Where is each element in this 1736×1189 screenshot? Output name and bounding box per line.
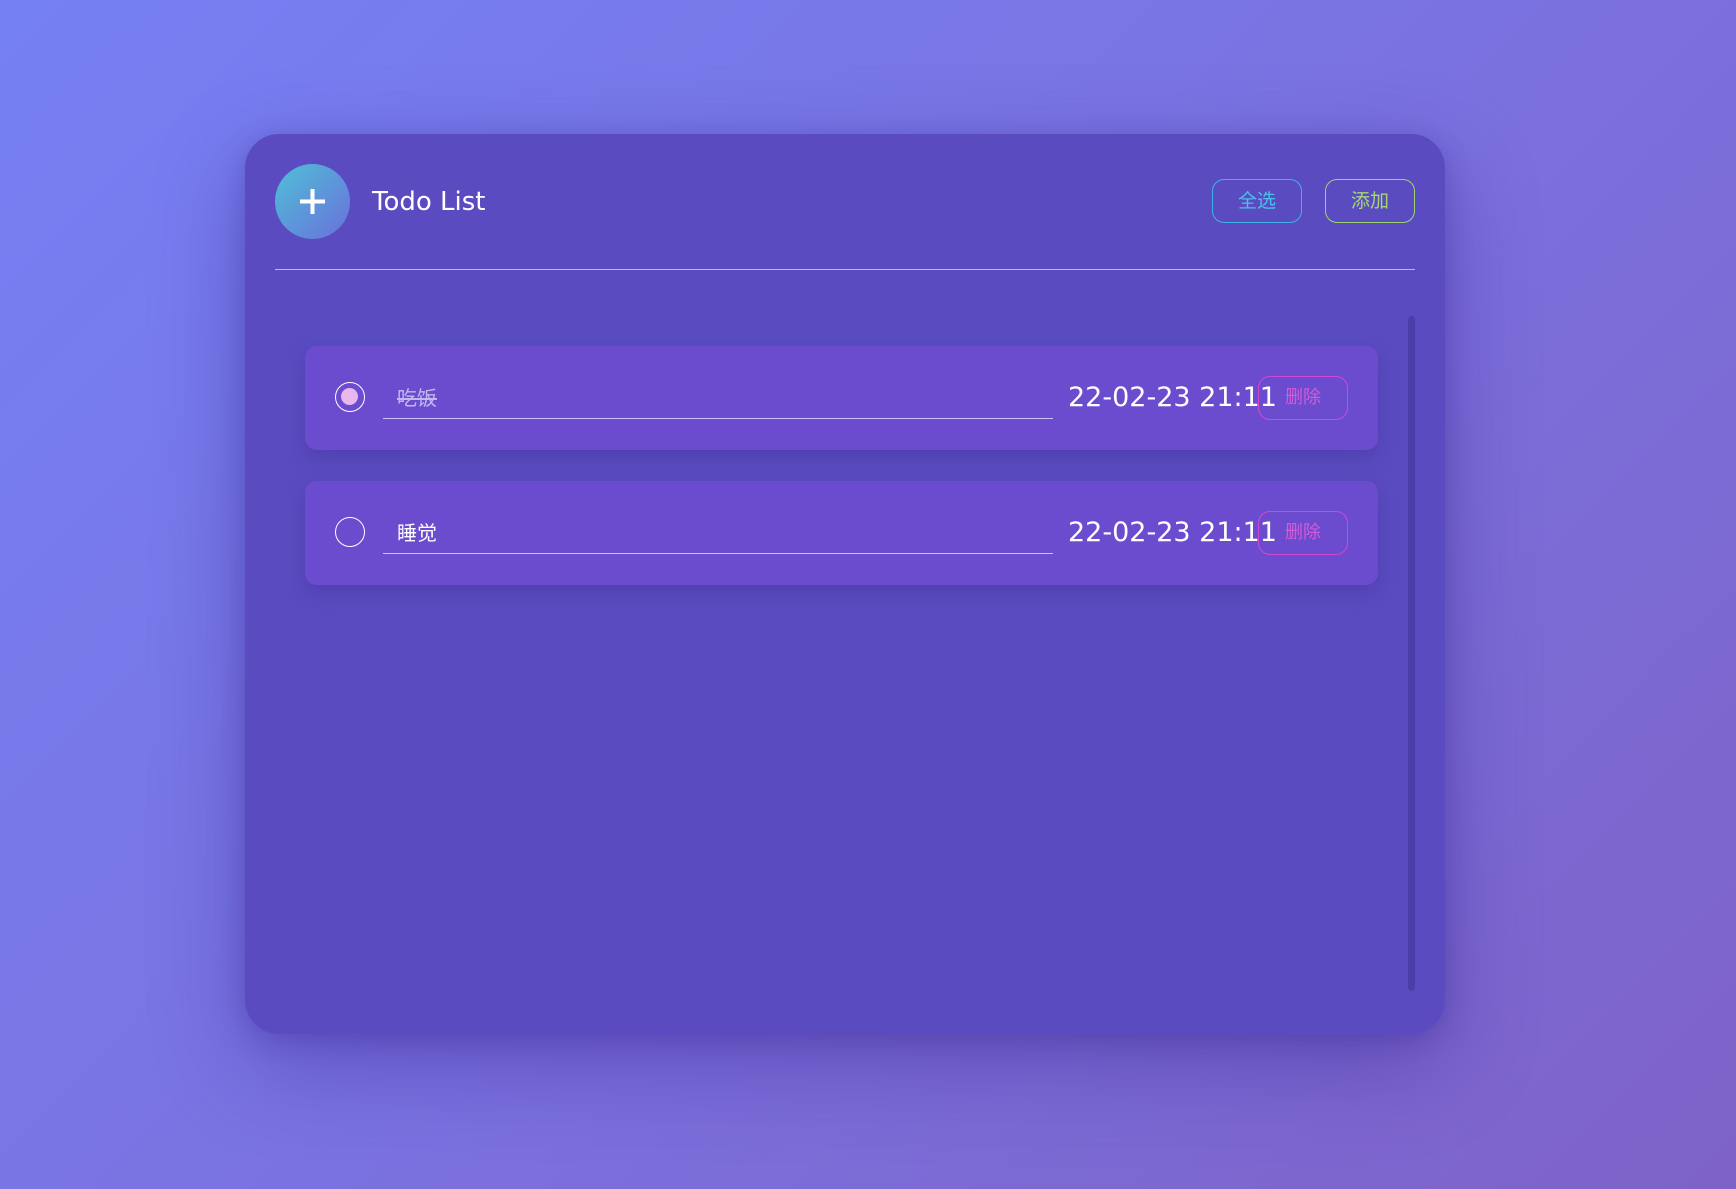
select-all-button[interactable]: 全选 [1212,179,1302,223]
page-title: Todo List [372,187,486,217]
list-scrollbar[interactable] [1408,316,1415,991]
todo-list: 吃饭 22-02-23 21:11 删除 睡觉 22-02-23 21:11 删… [305,346,1378,616]
todo-card: Todo List 全选 添加 吃饭 22-02-23 21:11 删除 睡觉 … [245,134,1445,1034]
delete-button[interactable]: 删除 [1258,511,1348,555]
todo-item: 睡觉 22-02-23 21:11 删除 [305,481,1378,585]
delete-button[interactable]: 删除 [1258,376,1348,420]
todo-checkbox[interactable] [335,517,365,547]
todo-time: 22-02-23 21:11 [1068,517,1277,548]
todo-item: 吃饭 22-02-23 21:11 删除 [305,346,1378,450]
todo-checkbox[interactable] [335,382,365,412]
todo-text: 吃饭 [397,386,437,410]
checked-dot [341,388,358,405]
plus-icon [300,189,325,214]
header-divider [275,269,1415,270]
add-circle-button[interactable] [275,164,350,239]
todo-text-field[interactable]: 睡觉 [383,511,1053,554]
todo-text-field[interactable]: 吃饭 [383,376,1053,419]
add-button[interactable]: 添加 [1325,179,1415,223]
todo-text: 睡觉 [397,521,437,545]
todo-time: 22-02-23 21:11 [1068,382,1277,413]
header: Todo List 全选 添加 [275,164,1415,239]
